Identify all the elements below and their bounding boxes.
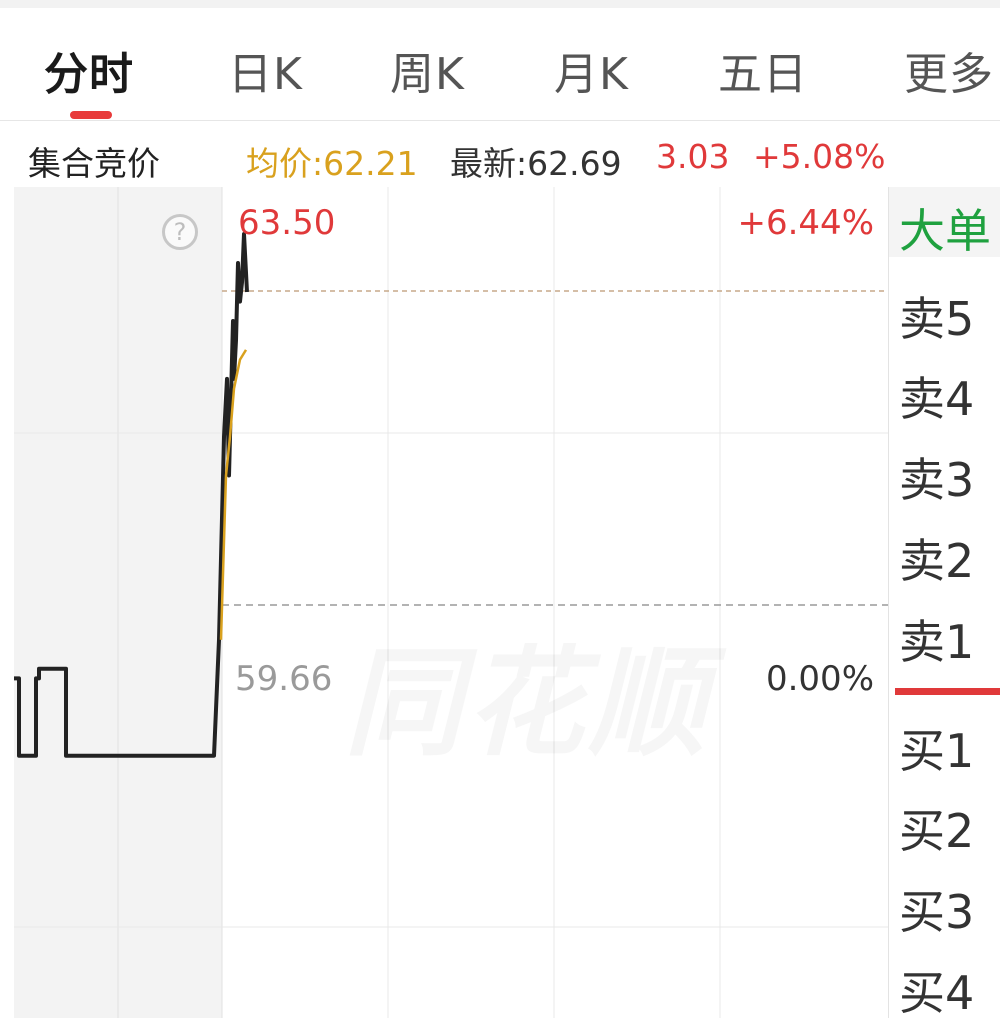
tab-five-day[interactable]: 五日	[718, 38, 808, 102]
tab-daily-k[interactable]: 日K	[228, 38, 303, 102]
tab-monthly-k[interactable]: 月K	[554, 38, 629, 102]
latest-price: 最新:62.69	[450, 144, 622, 183]
intraday-chart-svg	[14, 187, 888, 1018]
tab-intraday[interactable]: 分时	[44, 38, 134, 102]
order-book-panel: 大单 卖5 卖4 卖3 卖2 卖1 买1 买2 买3 买4	[888, 187, 1000, 1018]
brand-watermark: 同花顺	[344, 607, 710, 778]
sell-level-3: 卖3	[899, 453, 975, 507]
price-change: 3.03	[656, 137, 730, 176]
help-circle-icon[interactable]: ?	[162, 214, 198, 250]
active-tab-indicator	[70, 111, 112, 119]
sell-level-1: 卖1	[899, 615, 975, 669]
high-price-label: 63.50	[238, 203, 336, 243]
chart-tabs: 分时 日K 周K 月K 五日 更多	[0, 8, 1000, 120]
big-order-header[interactable]: 大单	[889, 187, 1000, 258]
sell-level-2: 卖2	[899, 534, 975, 588]
price-change-percent: +5.08%	[753, 137, 886, 176]
big-order-label: 大单	[899, 204, 991, 258]
average-price: 均价:62.21	[246, 144, 418, 183]
tab-more[interactable]: 更多	[904, 38, 994, 102]
base-price-label: 59.66	[235, 659, 333, 699]
session-title: 集合竞价	[28, 144, 160, 183]
intraday-chart[interactable]: 同花顺 ? 63.50 +6.44% 59.66 0.00%	[14, 187, 888, 1018]
order-book-divider	[895, 688, 1000, 695]
high-percent-label: +6.44%	[737, 203, 875, 243]
quote-info-row: 集合竞价 均价:62.21 最新:62.69 3.03 +5.08%	[0, 121, 1000, 185]
base-percent-label: 0.00%	[765, 659, 874, 699]
buy-level-4: 买4	[899, 966, 975, 1018]
buy-level-2: 买2	[899, 804, 975, 858]
buy-level-1: 买1	[899, 724, 975, 778]
buy-level-3: 买3	[899, 885, 975, 939]
sell-level-5: 卖5	[899, 292, 975, 346]
sell-level-4: 卖4	[899, 372, 975, 426]
tab-weekly-k[interactable]: 周K	[390, 38, 465, 102]
top-strip	[0, 0, 1000, 8]
